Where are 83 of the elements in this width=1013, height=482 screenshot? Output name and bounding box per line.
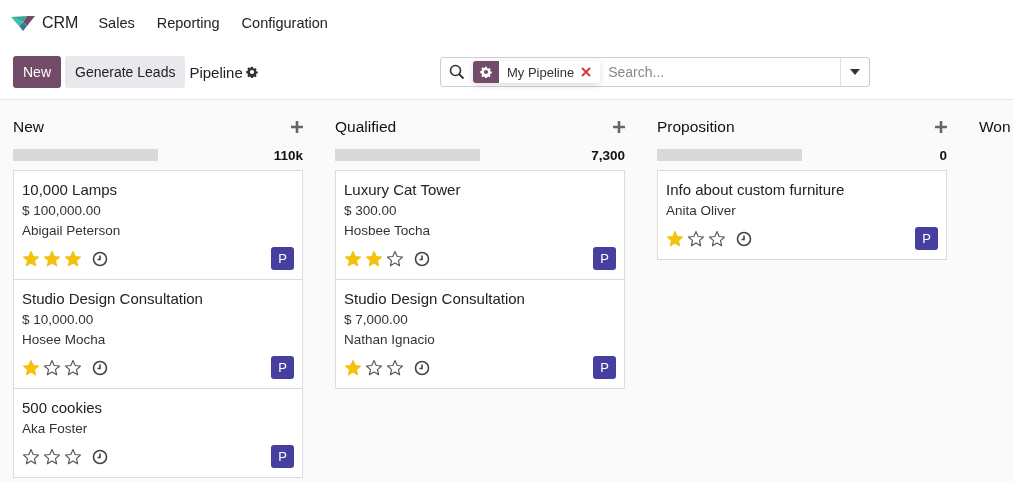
app-name[interactable]: CRM: [42, 13, 79, 32]
contact-name: Hosbee Tocha: [344, 223, 432, 239]
menu-item[interactable]: Sales: [98, 14, 135, 31]
app-logo-icon: [10, 13, 36, 32]
star-outline-icon[interactable]: [365, 358, 383, 377]
close-icon[interactable]: [580, 66, 593, 78]
column-title: Won: [979, 118, 1011, 136]
star-outline-icon[interactable]: [64, 358, 82, 377]
lead-card[interactable]: 10,000 Lamps $ 100,000.00 Abigail Peterson P: [13, 170, 303, 280]
menu-item[interactable]: Configuration: [241, 14, 328, 31]
lead-amount: $ 300.00: [344, 203, 398, 219]
column-total: 0: [939, 147, 947, 163]
generate-leads-button[interactable]: Generate Leads: [65, 56, 186, 88]
lead-card[interactable]: Studio Design Consultation $ 10,000.00 Hosee Mocha P: [13, 279, 303, 389]
star-outline-icon[interactable]: [43, 358, 61, 377]
star-outline-icon[interactable]: [386, 358, 404, 377]
settings-icon: [480, 66, 492, 78]
lead-amount: $ 10,000.00: [22, 312, 95, 328]
avatar[interactable]: P: [271, 445, 294, 468]
star-outline-icon[interactable]: [386, 249, 404, 268]
lead-name: Studio Design Consultation: [344, 290, 526, 308]
star-outline-icon[interactable]: [687, 229, 705, 248]
breadcrumb-title: Pipeline: [189, 63, 243, 81]
star-outline-icon[interactable]: [22, 447, 40, 466]
column-total: 110k: [273, 147, 303, 163]
plus-icon[interactable]: [935, 121, 947, 133]
priority-stars[interactable]: [344, 249, 404, 268]
star-outline-icon[interactable]: [708, 229, 726, 248]
star-outline-icon[interactable]: [43, 447, 61, 466]
star-filled-icon[interactable]: [22, 249, 40, 268]
star-filled-icon[interactable]: [666, 229, 684, 248]
clock-icon[interactable]: [414, 250, 430, 267]
search-icon[interactable]: [449, 64, 465, 80]
avatar[interactable]: P: [271, 247, 294, 270]
lead-name: 500 cookies: [22, 399, 104, 417]
avatar[interactable]: P: [915, 227, 938, 250]
clock-icon[interactable]: [92, 448, 108, 465]
lead-name: 10,000 Lamps: [22, 181, 119, 199]
search-field[interactable]: My Pipeline Search...: [440, 57, 870, 87]
lead-card[interactable]: Studio Design Consultation $ 7,000.00 Nathan Ignacio P: [335, 279, 625, 389]
star-filled-icon[interactable]: [22, 358, 40, 377]
contact-name: Nathan Ignacio: [344, 332, 436, 348]
lead-name: Studio Design Consultation: [22, 290, 204, 308]
star-outline-icon[interactable]: [64, 447, 82, 466]
settings-icon[interactable]: [245, 66, 258, 78]
priority-stars[interactable]: [666, 229, 726, 248]
lead-card[interactable]: Luxury Cat Tower $ 300.00 Hosbee Tocha P: [335, 170, 625, 280]
clock-icon[interactable]: [736, 230, 752, 247]
contact-name: Anita Oliver: [666, 203, 737, 219]
clock-icon[interactable]: [92, 359, 108, 376]
filter-facet[interactable]: My Pipeline: [473, 61, 601, 83]
plus-icon[interactable]: [613, 121, 625, 133]
priority-stars[interactable]: [344, 358, 404, 377]
priority-stars[interactable]: [22, 447, 82, 466]
star-filled-icon[interactable]: [365, 249, 383, 268]
column-title: Qualified: [335, 118, 397, 136]
plus-icon[interactable]: [291, 121, 303, 133]
column-title: New: [13, 118, 44, 136]
lead-card[interactable]: Info about custom furniture Anita Oliver P: [657, 170, 947, 260]
menu-item[interactable]: Reporting: [156, 14, 220, 31]
avatar[interactable]: P: [593, 247, 616, 270]
contact-name: Hosee Mocha: [22, 332, 107, 348]
column-total: 7,300: [591, 147, 625, 163]
new-button[interactable]: New: [13, 56, 61, 88]
lead-name: Info about custom furniture: [666, 181, 846, 199]
lead-name: Luxury Cat Tower: [344, 181, 462, 199]
clock-icon[interactable]: [414, 359, 430, 376]
star-filled-icon[interactable]: [344, 249, 362, 268]
priority-stars[interactable]: [22, 358, 82, 377]
lead-amount: $ 7,000.00: [344, 312, 409, 328]
contact-name: Abigail Peterson: [22, 223, 122, 239]
star-filled-icon[interactable]: [344, 358, 362, 377]
clock-icon[interactable]: [92, 250, 108, 267]
star-filled-icon[interactable]: [64, 249, 82, 268]
column-title: Proposition: [657, 118, 735, 136]
avatar[interactable]: P: [271, 356, 294, 379]
caret-icon[interactable]: [850, 69, 860, 75]
priority-stars[interactable]: [22, 249, 82, 268]
avatar[interactable]: P: [593, 356, 616, 379]
lead-amount: $ 100,000.00: [22, 203, 102, 219]
contact-name: Aka Foster: [22, 421, 89, 437]
lead-card[interactable]: 500 cookies Aka Foster P: [13, 388, 303, 478]
star-filled-icon[interactable]: [43, 249, 61, 268]
